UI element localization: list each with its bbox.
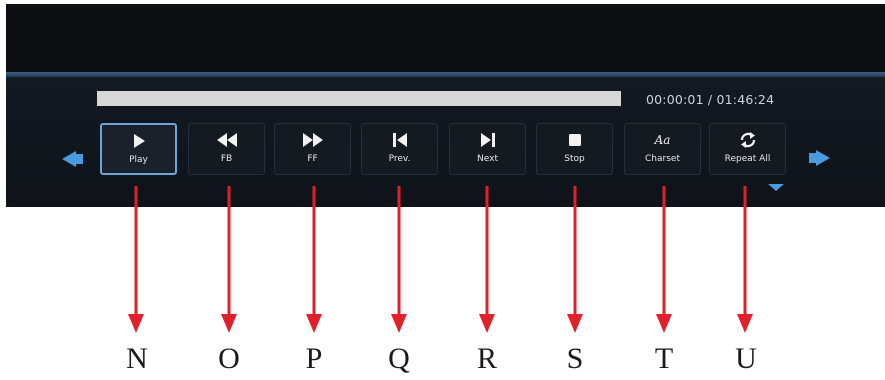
repeat-icon — [740, 132, 755, 148]
charset-icon: Aa — [654, 133, 671, 147]
play-icon — [133, 134, 145, 148]
pointer-arrow-o — [221, 186, 237, 333]
fast-backward-label: FB — [220, 154, 233, 164]
marker-t: T — [654, 342, 674, 375]
stop-label: Stop — [564, 154, 585, 164]
fast-forward-button[interactable]: FF — [274, 123, 351, 175]
marker-u: U — [735, 342, 757, 375]
fast-forward-icon — [302, 133, 323, 147]
next-button[interactable]: Next — [449, 123, 526, 175]
next-label: Next — [477, 154, 498, 164]
pointer-arrow-u — [737, 186, 753, 333]
previous-label: Prev. — [388, 154, 411, 164]
pointer-arrow-t — [656, 186, 672, 333]
repeat-all-button[interactable]: Repeat All — [709, 123, 786, 175]
charset-button[interactable]: Aa Charset — [624, 123, 701, 175]
marker-s: S — [566, 342, 584, 375]
media-player-screen: 00:00:01 / 01:46:24 Play FB FF Prev. Nex… — [6, 4, 885, 207]
previous-icon — [392, 133, 407, 147]
fast-forward-label: FF — [307, 154, 318, 164]
pointer-arrow-s — [567, 186, 583, 333]
stop-icon — [568, 134, 581, 146]
time-display: 00:00:01 / 01:46:24 — [646, 92, 775, 107]
marker-p: P — [305, 342, 323, 375]
play-label: Play — [129, 155, 148, 165]
previous-button[interactable]: Prev. — [361, 123, 438, 175]
marker-o: O — [218, 342, 240, 375]
fast-backward-icon — [216, 133, 237, 147]
stop-button[interactable]: Stop — [536, 123, 613, 175]
scroll-down-arrow-icon[interactable] — [768, 184, 784, 192]
repeat-all-label: Repeat All — [724, 154, 771, 164]
pointer-arrow-q — [391, 186, 407, 333]
fast-backward-button[interactable]: FB — [188, 123, 265, 175]
progress-bar[interactable] — [97, 91, 621, 106]
marker-r: R — [476, 342, 497, 375]
marker-q: Q — [388, 342, 410, 375]
next-icon — [480, 133, 495, 147]
scroll-left-arrow-icon[interactable] — [62, 150, 84, 168]
pointer-arrow-r — [479, 186, 495, 333]
marker-n: N — [126, 342, 148, 375]
pointer-arrow-p — [306, 186, 322, 333]
charset-label: Charset — [645, 154, 680, 164]
scroll-right-arrow-icon[interactable] — [808, 149, 830, 167]
play-button[interactable]: Play — [100, 123, 177, 175]
pointer-arrow-n — [128, 186, 144, 333]
